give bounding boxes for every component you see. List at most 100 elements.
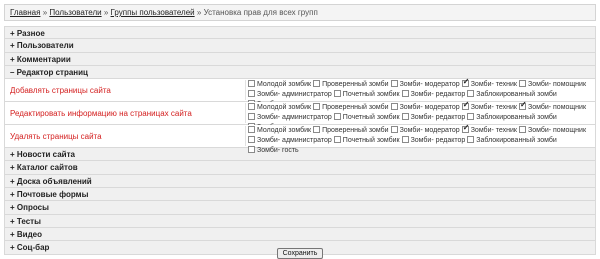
group-option[interactable]: Зомби- техник — [461, 77, 517, 90]
group-option[interactable]: Заблокированный зомби — [467, 90, 557, 100]
group-checkbox[interactable] — [313, 126, 321, 134]
group-option[interactable]: Зомби- модератор — [390, 80, 460, 90]
section-users[interactable]: + Пользователи — [4, 39, 596, 53]
group-option[interactable]: Проверенный зомби — [313, 126, 389, 136]
group-option-label: Заблокированный зомби — [476, 114, 557, 122]
group-option[interactable]: Заблокированный зомби — [467, 113, 557, 123]
save-button[interactable]: Сохранить — [276, 248, 324, 259]
group-checkbox[interactable] — [518, 100, 527, 111]
save-area: Сохранить — [0, 248, 600, 259]
permissions-panel: + Разное + Пользователи + Комментарии – … — [4, 26, 596, 255]
group-checkbox[interactable] — [248, 146, 255, 154]
group-option[interactable]: Проверенный зомби — [313, 80, 389, 90]
group-option-label: Молодой зомбик — [257, 81, 312, 89]
group-option[interactable]: Почетный зомбик — [333, 90, 400, 100]
group-option[interactable]: Заблокированный зомби — [467, 136, 557, 146]
permission-row-edit-pages: Редактировать информацию на страницах са… — [4, 100, 596, 131]
group-option-label: Зомби- редактор — [410, 114, 466, 122]
group-checkbox[interactable] — [518, 80, 526, 88]
group-checkbox[interactable] — [390, 126, 398, 134]
group-checkbox[interactable] — [461, 77, 469, 88]
section-comments[interactable]: + Комментарии — [4, 52, 596, 66]
group-option[interactable]: Молодой зомбик — [248, 103, 311, 113]
group-checkbox[interactable] — [461, 100, 469, 111]
group-option[interactable]: Зомби- помощник — [518, 80, 587, 90]
group-checkbox[interactable] — [401, 136, 409, 144]
section-site-catalog[interactable]: + Каталог сайтов — [4, 161, 596, 175]
group-checkbox[interactable] — [248, 113, 255, 121]
group-option[interactable]: Зомби- гость — [248, 146, 299, 156]
group-option-label: Зомби- администратор — [257, 114, 332, 122]
group-option-label: Зомби- редактор — [410, 91, 466, 99]
breadcrumb-groups-link[interactable]: Группы пользователей — [111, 8, 195, 17]
group-option-label: Зомби- помощник — [527, 127, 587, 135]
group-checkbox[interactable] — [248, 80, 255, 88]
group-option[interactable]: Зомби- техник — [461, 123, 517, 136]
group-option-label: Проверенный зомби — [322, 81, 389, 89]
group-checkbox[interactable] — [313, 80, 321, 88]
group-option[interactable]: Зомби- помощник — [518, 100, 587, 113]
permission-label: Добавлять страницы сайта — [10, 86, 111, 96]
group-checkbox[interactable] — [313, 103, 321, 111]
group-checkbox[interactable] — [333, 113, 341, 121]
section-video[interactable]: + Видео — [4, 227, 596, 242]
section-classifieds[interactable]: + Доска объявлений — [4, 174, 596, 189]
permission-options: Молодой зомбик Проверенный зомби Зомби- мо… — [245, 77, 595, 108]
group-option-label: Почетный зомбик — [342, 137, 400, 145]
breadcrumb-separator: » — [196, 8, 202, 17]
group-option[interactable]: Зомби- помощник — [518, 126, 587, 136]
group-option[interactable]: Почетный зомбик — [333, 136, 400, 146]
group-checkbox[interactable] — [248, 103, 255, 111]
group-checkbox[interactable] — [401, 113, 409, 121]
section-tests[interactable]: + Тесты — [4, 214, 596, 228]
group-checkbox[interactable] — [248, 126, 255, 134]
group-option-label: Зомби- помощник — [527, 104, 587, 112]
breadcrumb-home-link[interactable]: Главная — [10, 8, 40, 17]
section-page-editor[interactable]: – Редактор страниц — [4, 65, 596, 80]
breadcrumb: Главная » Пользователи » Группы пользова… — [4, 4, 596, 21]
group-checkbox[interactable] — [461, 123, 469, 134]
group-option-label: Зомби- модератор — [399, 104, 460, 112]
group-option-label: Проверенный зомби — [322, 104, 389, 112]
group-option[interactable]: Зомби- администратор — [248, 90, 332, 100]
section-mail-forms[interactable]: + Почтовые формы — [4, 188, 596, 202]
breadcrumb-users-link[interactable]: Пользователи — [49, 8, 101, 17]
group-checkbox[interactable] — [467, 136, 475, 144]
breadcrumb-current: Установка прав для всех групп — [203, 8, 318, 17]
group-option-label: Зомби- техник — [470, 81, 517, 89]
group-option[interactable]: Проверенный зомби — [313, 103, 389, 113]
group-checkbox[interactable] — [467, 90, 475, 98]
group-checkbox[interactable] — [467, 113, 475, 121]
group-option-label: Зомби- помощник — [527, 81, 587, 89]
permission-options: Молодой зомбик Проверенный зомби Зомби- мо… — [245, 123, 595, 154]
group-option[interactable]: Зомби- модератор — [390, 126, 460, 136]
group-checkbox[interactable] — [518, 126, 526, 134]
group-option[interactable]: Зомби- редактор — [401, 113, 466, 123]
group-option[interactable]: Зомби- редактор — [401, 90, 466, 100]
section-polls[interactable]: + Опросы — [4, 201, 596, 215]
group-option-label: Зомби- модератор — [399, 81, 460, 89]
group-checkbox[interactable] — [333, 90, 341, 98]
group-option[interactable]: Зомби- редактор — [401, 136, 465, 146]
permission-row-delete-pages: Удалять страницы сайта Молодой зомбик Про… — [4, 123, 596, 154]
group-option[interactable]: Зомби- администратор — [248, 113, 332, 123]
group-checkbox[interactable] — [333, 136, 341, 144]
group-option[interactable]: Молодой зомбик — [248, 80, 311, 90]
section-misc[interactable]: + Разное — [4, 26, 596, 40]
group-checkbox[interactable] — [248, 136, 255, 144]
group-checkbox[interactable] — [401, 90, 409, 98]
group-option[interactable]: Зомби- администратор — [248, 136, 332, 146]
group-option-label: Молодой зомбик — [257, 104, 312, 112]
group-option-label: Зомби- администратор — [257, 137, 332, 145]
group-option[interactable]: Зомби- модератор — [390, 103, 460, 113]
group-checkbox[interactable] — [390, 103, 398, 111]
group-option-label: Проверенный зомби — [322, 127, 389, 135]
group-checkbox[interactable] — [248, 90, 255, 98]
group-option[interactable]: Почетный зомбик — [333, 113, 400, 123]
permission-label: Редактировать информацию на страницах са… — [10, 109, 192, 119]
breadcrumb-separator: » — [103, 8, 109, 17]
group-checkbox[interactable] — [390, 80, 398, 88]
group-option-label: Зомби- техник — [470, 104, 517, 112]
group-option[interactable]: Зомби- техник — [461, 100, 517, 113]
group-option[interactable]: Молодой зомбик — [248, 126, 311, 136]
